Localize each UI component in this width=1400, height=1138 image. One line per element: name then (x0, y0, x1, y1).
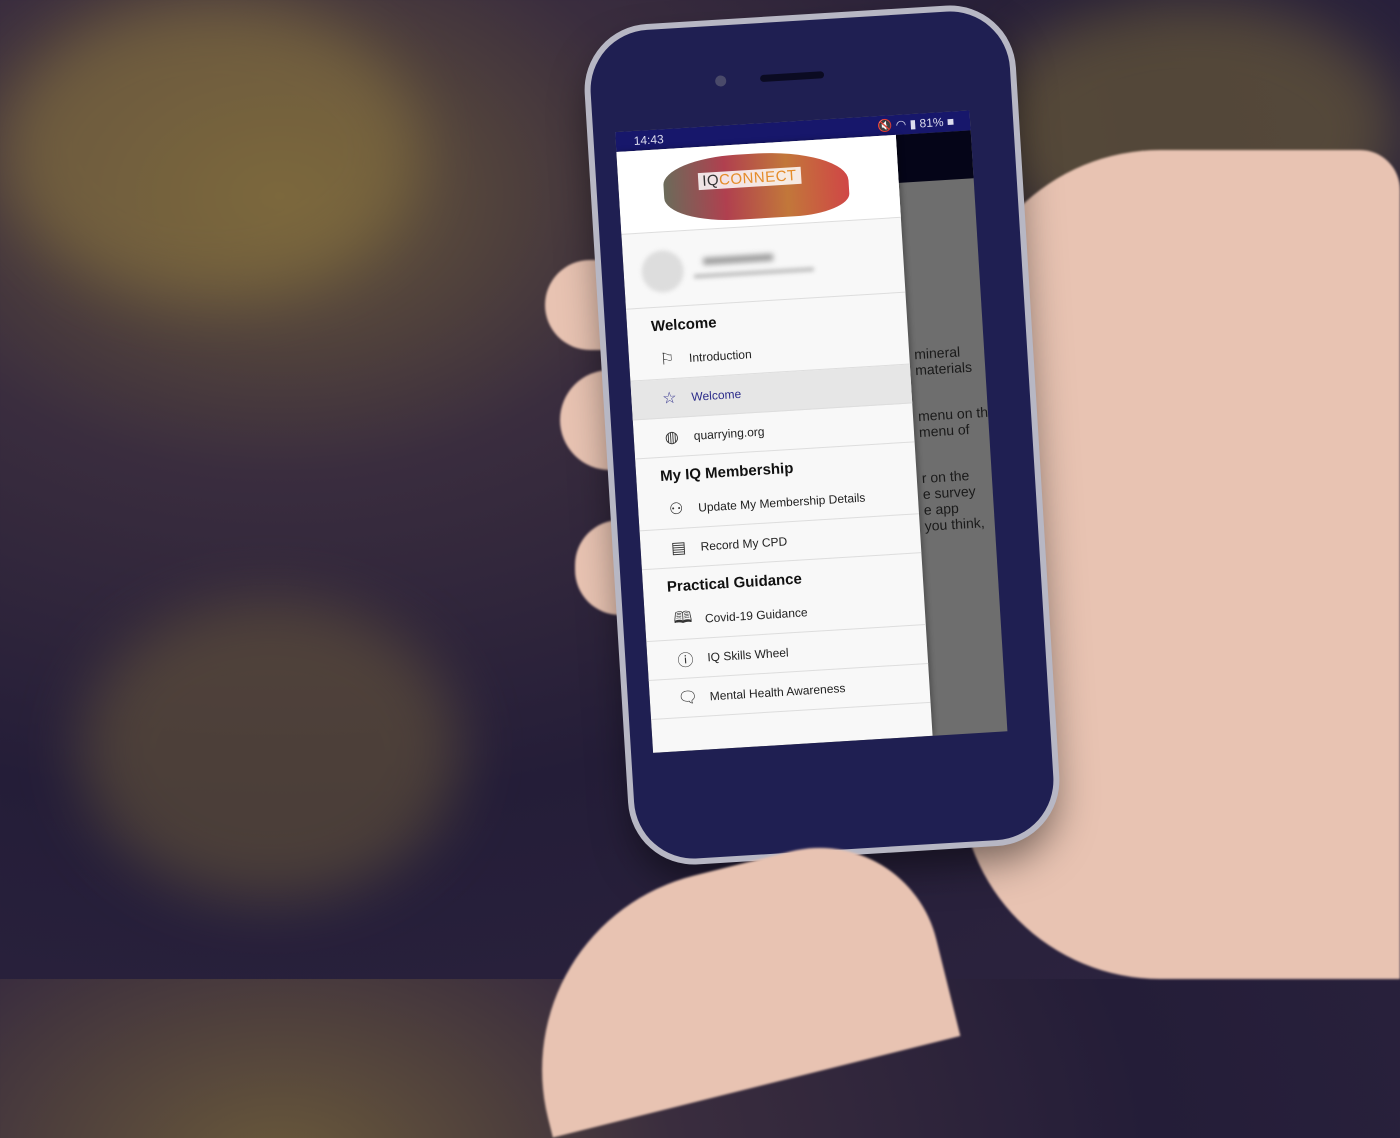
navigation-drawer: IQCONNECT Welcome ⚐ Introduction ☆ Welcome… (616, 134, 933, 753)
background-foliage (0, 0, 420, 300)
star-icon: ☆ (661, 389, 678, 408)
avatar (640, 249, 685, 294)
chat-icon: 🗨 (677, 689, 699, 708)
blurred-email (693, 267, 814, 279)
battery-level: 81% (919, 115, 944, 131)
thumb (499, 822, 961, 1138)
status-time: 14:43 (633, 132, 665, 148)
screen: 14:43 🔇 ◠ ▮ 81% ■ mineral materials menu… (615, 110, 1008, 753)
blurred-name (702, 253, 774, 265)
globe-icon: ◍ (664, 428, 680, 447)
camera (714, 75, 727, 87)
users-icon: ⚇ (668, 500, 684, 519)
phone: 14:43 🔇 ◠ ▮ 81% ■ mineral materials menu… (587, 7, 1057, 863)
signpost-icon: ⚐ (659, 350, 675, 369)
info-icon: ⓘ (677, 652, 695, 671)
wifi-icon: ◠ (895, 117, 907, 132)
signal-icon: ▮ (909, 116, 917, 132)
speaker (759, 71, 825, 83)
book-icon: 🕮 (672, 608, 693, 627)
mute-icon: 🔇 (877, 118, 893, 134)
certificate-icon: ▤ (670, 539, 687, 558)
background-foliage (80, 600, 460, 900)
battery-icon: ■ (946, 114, 955, 129)
